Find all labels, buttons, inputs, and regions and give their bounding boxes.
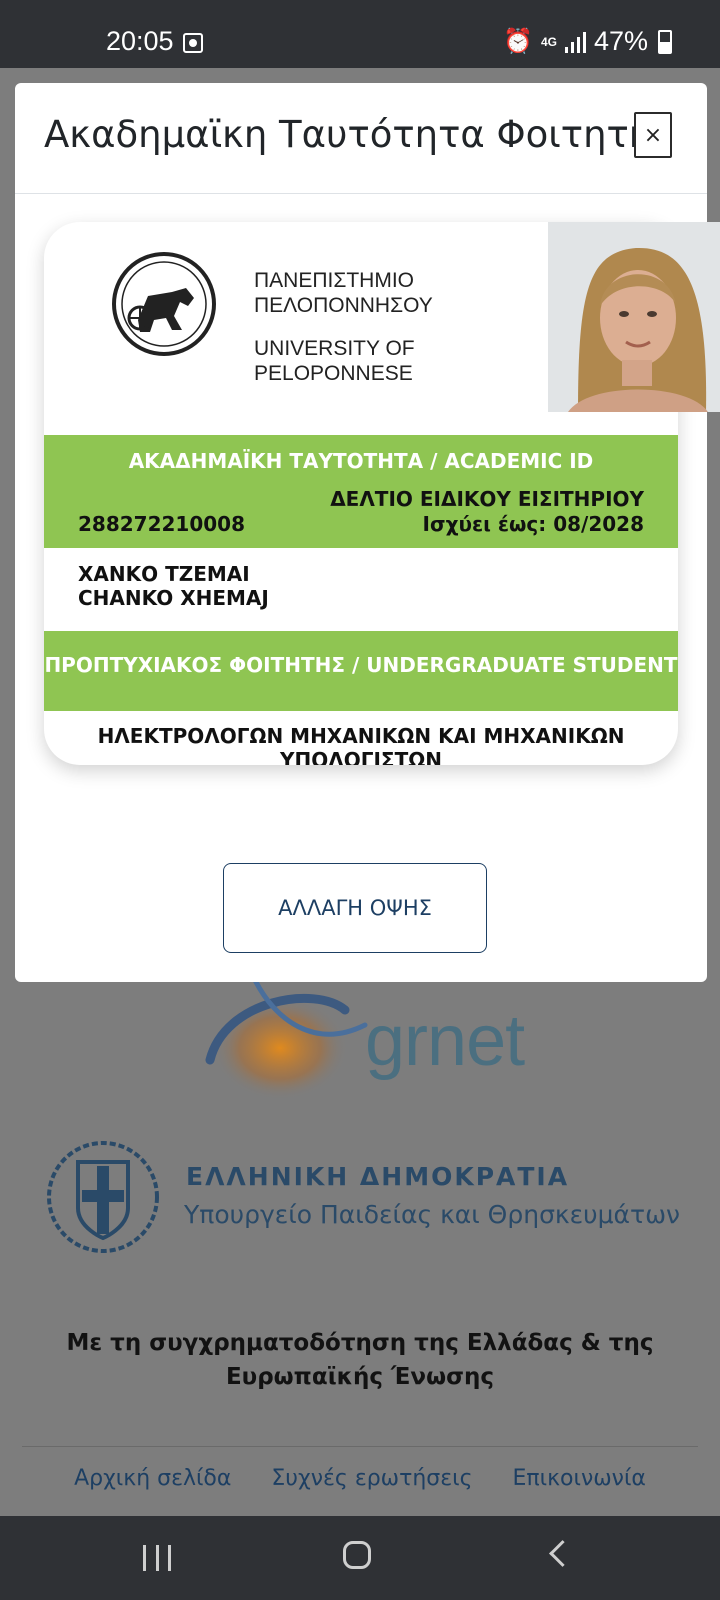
modal-header-divider [15,193,707,194]
footer-divider [22,1446,698,1447]
battery-percent: 47% [593,26,648,56]
university-name-english: UNIVERSITY OF PELOPONNESE [254,337,415,385]
student-name-greek: ΧΑΝΚΟ ΤΖΕΜΑΙ [78,562,250,586]
home-icon[interactable] [343,1541,371,1569]
flip-card-button[interactable]: ΑΛΛΑΓΗ ΟΨΗΣ [223,863,487,953]
cofunding-text: Με τη συγχρηματοδότηση της Ελλάδας & της… [66,1330,654,1390]
network-type: 4G [540,34,557,49]
university-name-greek: ΠΑΝΕΠΙΣΤΗΜΙΟ ΠΕΛΟΠΟΝΝΗΣΟΥ [254,269,433,317]
special-ticket-label: ΔΕΛΤΙΟ ΕΙΔΙΚΟΥ ΕΙΣΙΤΗΡΙΟΥ [330,487,644,511]
footer-link-faq[interactable]: Συχνές ερωτήσεις [271,1466,472,1491]
status-bar: 20:05 ⏰ 4G 47% [0,0,720,68]
student-type: ΠΡΟΠΤΥΧΙΑΚΟΣ ΦΟΙΤΗΤΗΣ / UNDERGRADUATE ST… [44,653,678,677]
student-name-latin: CHANKO XHEMAJ [78,586,269,610]
academic-id-number: 288272210008 [78,512,245,536]
footer-link-home[interactable]: Αρχική σελίδα [74,1466,231,1491]
ticket-validity: ΔΕΛΤΙΟ ΕΙΔΙΚΟΥ ΕΙΣΙΤΗΡΙΟΥ Ισχύει έως: 08… [330,487,644,537]
footer-links: Αρχική σελίδα Συχνές ερωτήσεις Επικοινων… [0,1466,720,1491]
system-nav-bar [0,1516,720,1600]
university-seal-icon [112,252,216,356]
academic-id-title: ΑΚΑΔΗΜΑΪΚΗ ΤΑΥΤΟΤΗΤΑ / ACADEMIC ID [128,449,594,473]
screen-record-icon [183,33,203,53]
gov-subtitle: Υπουργείο Παιδείας και Θρησκευμάτων [184,1200,680,1229]
academic-id-band: ΑΚΑΔΗΜΑΪΚΗ ΤΑΥΤΟΤΗΤΑ / ACADEMIC ID 28827… [44,435,678,548]
recent-apps-icon[interactable] [143,1545,171,1571]
gov-title: ΕΛΛΗΝΙΚΗ ΔΗΜΟΚΡΑΤΙΑ [186,1162,570,1191]
footer-link-contact[interactable]: Επικοινωνία [513,1466,646,1491]
battery-icon [658,29,672,54]
signal-icon [564,31,586,53]
status-right: ⏰ 4G 47% [503,26,672,57]
back-icon[interactable] [549,1540,576,1567]
alarm-icon: ⏰ [503,28,533,55]
department-name: ΗΛΕΚΤΡΟΛΟΓΩΝ ΜΗΧΑΝΙΚΩΝ ΚΑΙ ΜΗΧΑΝΙΚΩΝ ΥΠΟ… [97,724,625,765]
modal-title: Ακαδημαϊκη Ταυτότητα Φοιτητή [44,113,653,156]
status-time: 20:05 [106,26,174,56]
grnet-logo-text: grnet [365,1001,525,1081]
student-id-modal: Ακαδημαϊκη Ταυτότητα Φοιτητή × ΠΑΝΕΠΙΣΤΗ… [15,83,707,982]
greek-republic-emblem-icon [47,1141,159,1253]
student-type-band: ΠΡΟΠΤΥΧΙΑΚΟΣ ΦΟΙΤΗΤΗΣ / UNDERGRADUATE ST… [44,631,678,711]
student-photo [548,222,720,412]
close-button[interactable]: × [634,112,672,158]
valid-until: Ισχύει έως: 08/2028 [422,512,644,536]
